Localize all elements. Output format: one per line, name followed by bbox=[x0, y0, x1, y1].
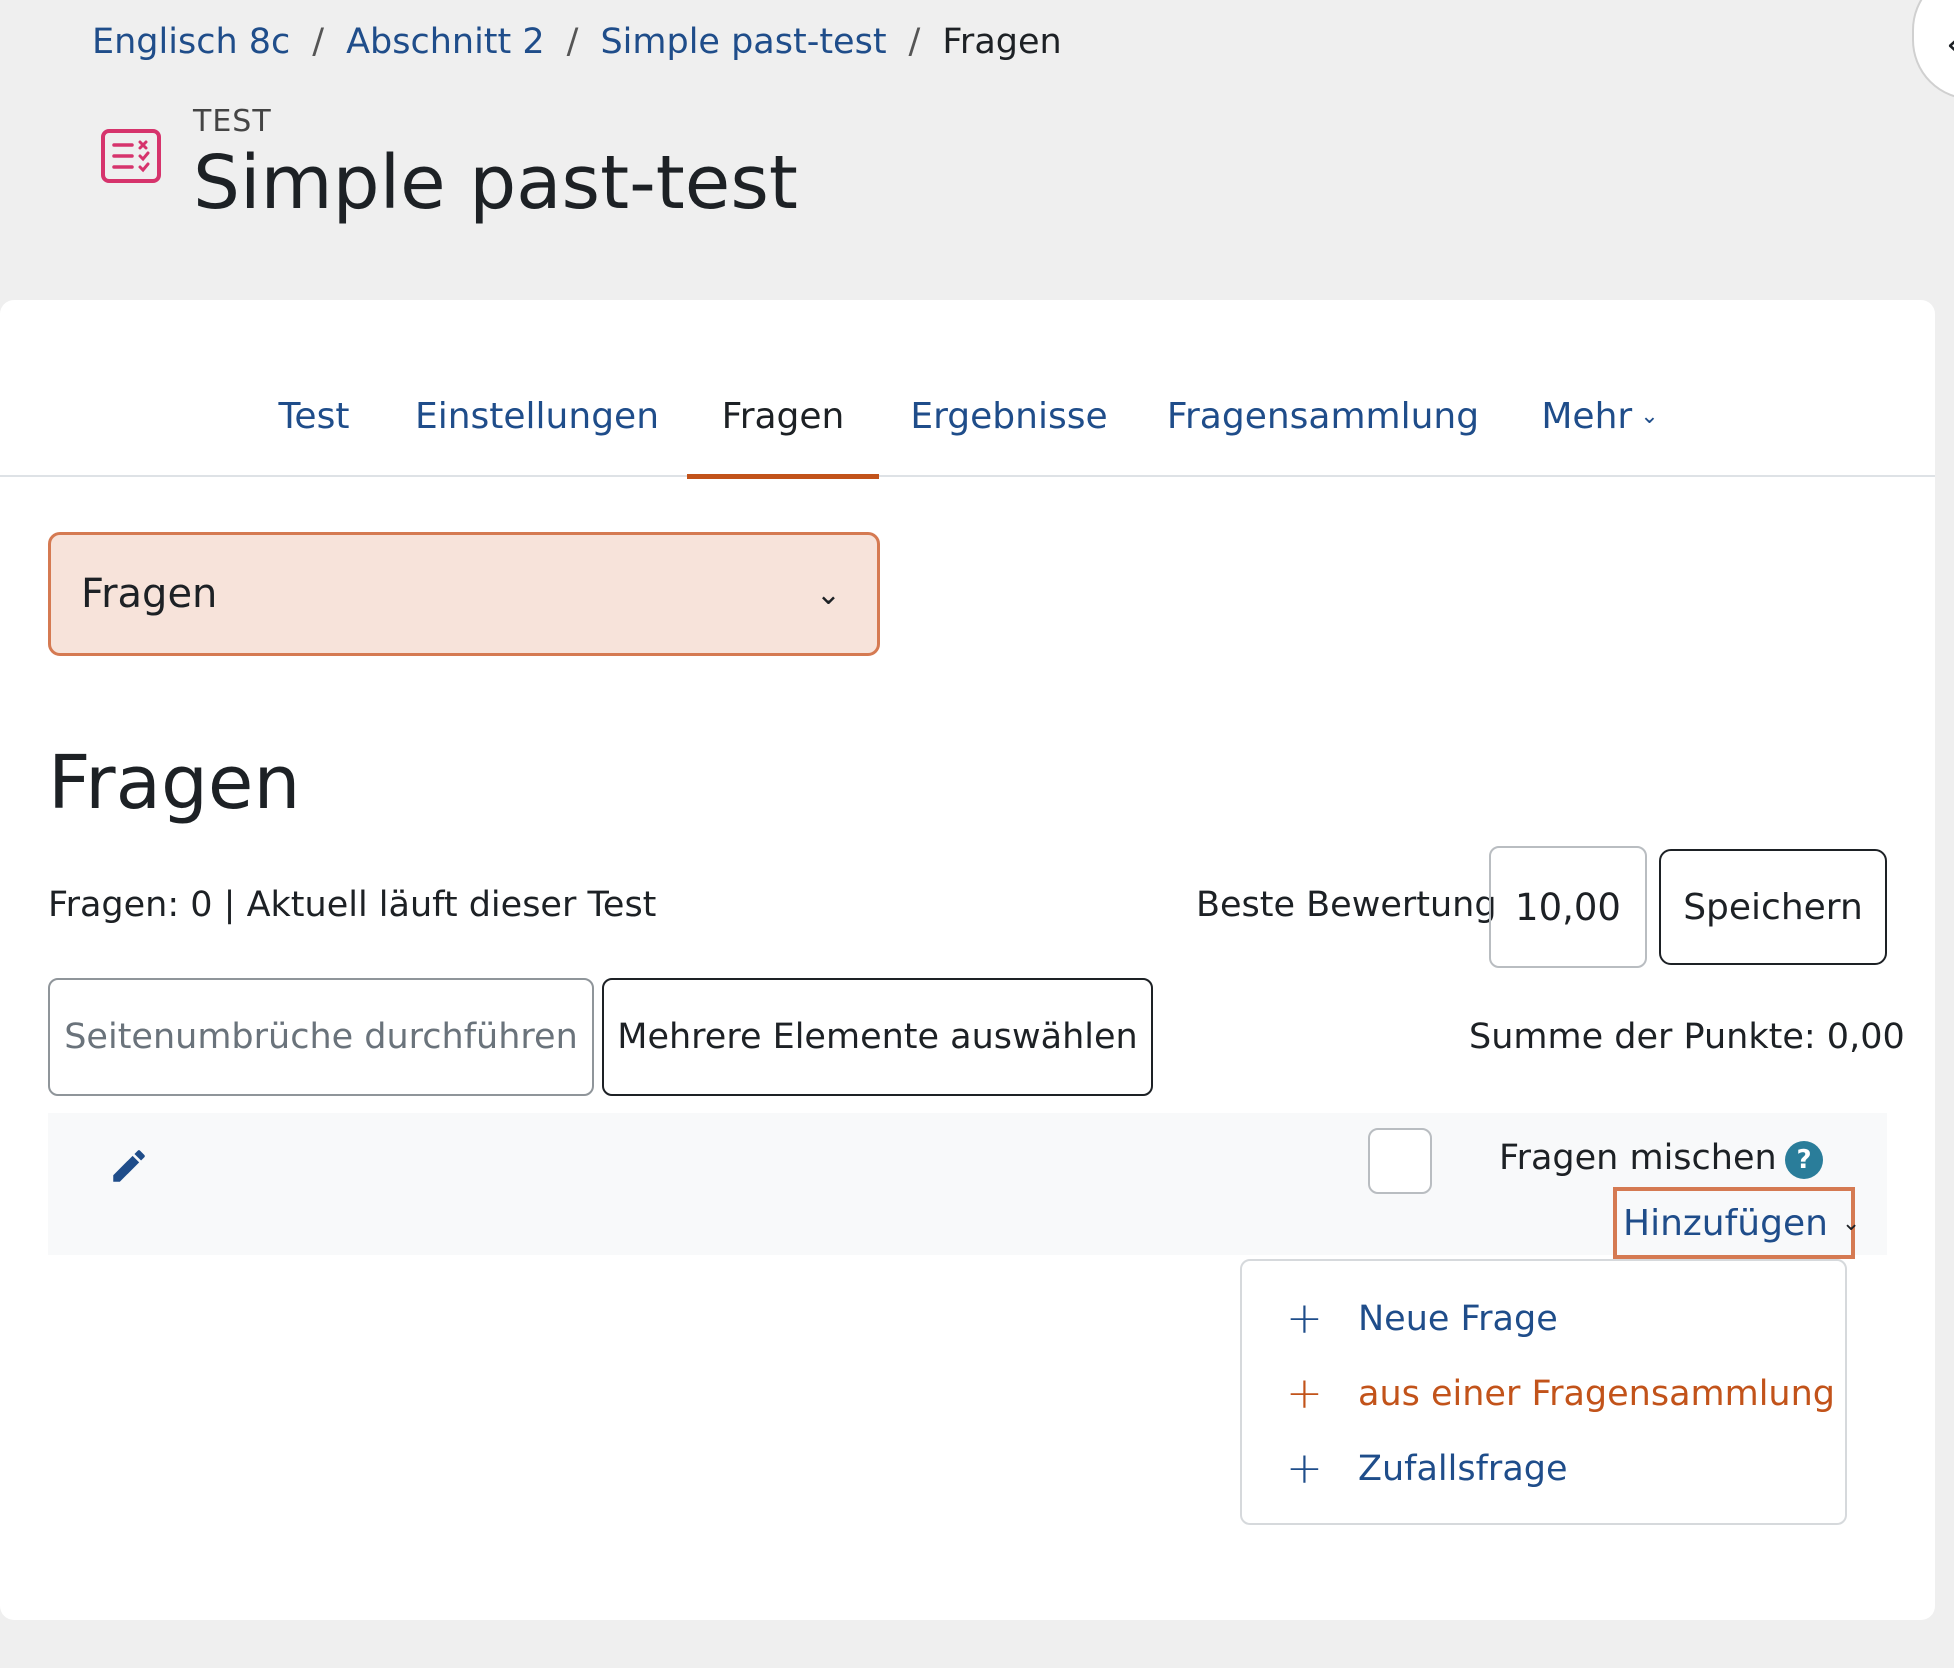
plus-icon: + bbox=[1286, 1293, 1323, 1344]
tab-label: Ergebnisse bbox=[910, 395, 1108, 437]
page-title: Simple past-test bbox=[193, 140, 798, 226]
section-heading: Fragen bbox=[48, 740, 301, 826]
tab-test[interactable]: Test bbox=[262, 355, 366, 477]
tab-fragensammlung[interactable]: Fragensammlung bbox=[1160, 355, 1486, 477]
tab-label: Einstellungen bbox=[414, 395, 660, 437]
shuffle-label: Fragen mischen bbox=[1499, 1138, 1777, 1178]
pencil-icon[interactable] bbox=[108, 1145, 150, 1187]
save-button[interactable]: Speichern bbox=[1659, 849, 1887, 965]
breadcrumb-separator: / bbox=[312, 22, 325, 62]
breadcrumb-current: Fragen bbox=[942, 22, 1062, 62]
breadcrumb-separator: / bbox=[566, 22, 579, 62]
tab-einstellungen[interactable]: Einstellungen bbox=[408, 355, 666, 477]
tab-ergebnisse[interactable]: Ergebnisse bbox=[902, 355, 1116, 477]
repaginate-button[interactable]: Seitenumbrüche durchführen bbox=[48, 978, 594, 1096]
total-marks: Summe der Punkte: 0,00 bbox=[1469, 1017, 1905, 1057]
menu-item-random-question[interactable]: + Zufallsfrage bbox=[1242, 1439, 1845, 1499]
tab-label: Mehr bbox=[1541, 395, 1633, 437]
tab-label: Test bbox=[278, 395, 350, 437]
chevron-down-icon: ⌄ bbox=[1841, 1210, 1861, 1236]
tertiary-navigation-select[interactable]: Fragen ⌄ bbox=[48, 532, 880, 656]
secondary-navigation: Test Einstellungen Fragen Ergebnisse Fra… bbox=[0, 355, 1935, 479]
select-value: Fragen bbox=[81, 571, 218, 617]
chevron-left-icon: ‹ bbox=[1946, 22, 1954, 66]
chevron-down-icon: ⌄ bbox=[815, 576, 841, 612]
max-grade-label: Beste Bewertung bbox=[1196, 885, 1497, 925]
breadcrumb-quiz[interactable]: Simple past-test bbox=[600, 22, 886, 62]
tab-mehr[interactable]: Mehr ⌄ bbox=[1530, 355, 1670, 477]
plus-icon: + bbox=[1286, 1368, 1323, 1419]
breadcrumb: Englisch 8c / Abschnitt 2 / Simple past-… bbox=[92, 22, 1062, 62]
help-icon[interactable]: ? bbox=[1785, 1141, 1823, 1179]
module-type-label: TEST bbox=[193, 104, 272, 139]
chevron-down-icon: ⌄ bbox=[1640, 403, 1659, 429]
breadcrumb-course[interactable]: Englisch 8c bbox=[92, 22, 290, 62]
tab-label: Fragensammlung bbox=[1166, 395, 1480, 437]
max-grade-input[interactable]: 10,00 bbox=[1489, 846, 1647, 968]
block-drawer-toggle[interactable]: ‹ bbox=[1912, 0, 1954, 100]
tab-label: Fragen bbox=[721, 395, 845, 437]
add-dropdown-menu: + Neue Frage + aus einer Fragensammlung … bbox=[1240, 1259, 1847, 1525]
menu-item-from-question-bank[interactable]: + aus einer Fragensammlung bbox=[1242, 1364, 1845, 1424]
quiz-icon bbox=[101, 129, 161, 183]
breadcrumb-section[interactable]: Abschnitt 2 bbox=[346, 22, 545, 62]
menu-item-label: aus einer Fragensammlung bbox=[1358, 1374, 1836, 1414]
shuffle-checkbox[interactable] bbox=[1368, 1128, 1432, 1194]
menu-item-label: Zufallsfrage bbox=[1358, 1449, 1568, 1489]
select-multiple-button[interactable]: Mehrere Elemente auswählen bbox=[602, 978, 1153, 1096]
quiz-info: Fragen: 0 | Aktuell läuft dieser Test bbox=[48, 885, 657, 925]
add-label: Hinzufügen bbox=[1623, 1202, 1828, 1244]
menu-item-label: Neue Frage bbox=[1358, 1299, 1558, 1339]
plus-icon: + bbox=[1286, 1443, 1323, 1494]
breadcrumb-separator: / bbox=[908, 22, 921, 62]
tab-fragen[interactable]: Fragen bbox=[687, 355, 879, 479]
menu-item-new-question[interactable]: + Neue Frage bbox=[1242, 1289, 1845, 1349]
section-row bbox=[48, 1113, 1887, 1255]
add-menu-toggle[interactable]: Hinzufügen ⌄ bbox=[1613, 1187, 1860, 1259]
